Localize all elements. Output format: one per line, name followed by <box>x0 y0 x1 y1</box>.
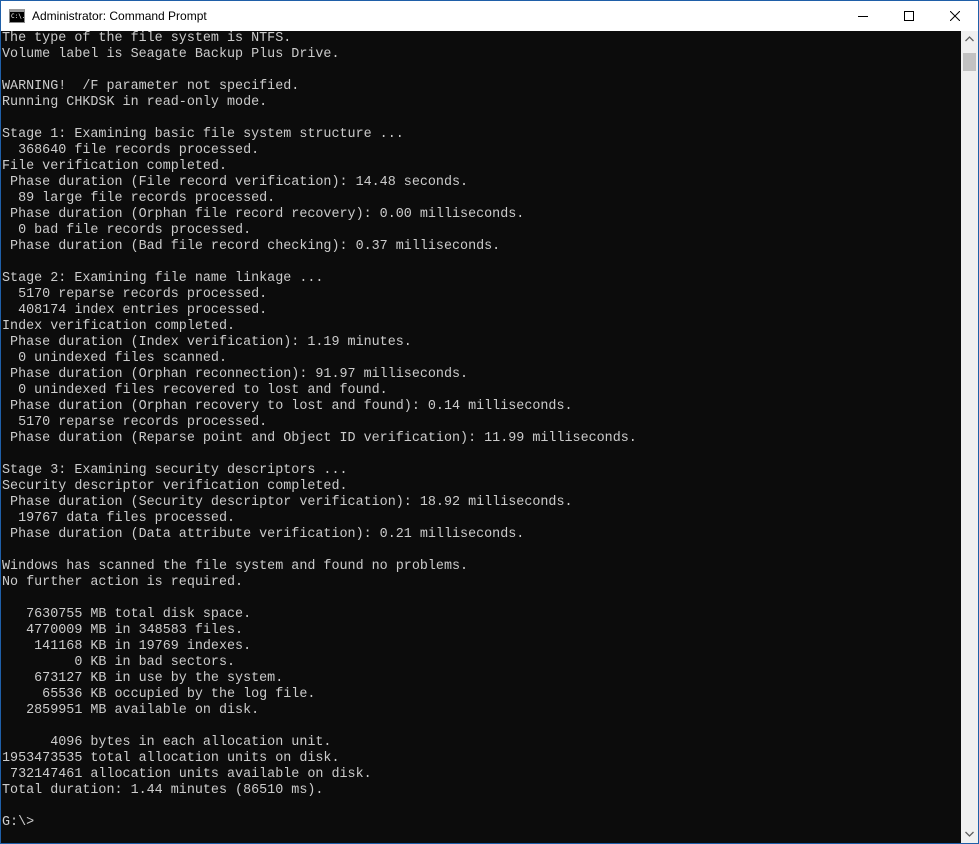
console-line: Phase duration (Bad file record checking… <box>2 239 501 254</box>
console-line: 89 large file records processed. <box>2 191 276 206</box>
scrollbar-thumb[interactable] <box>963 53 976 71</box>
console-line: Stage 3: Examining security descriptors … <box>2 463 348 478</box>
console-line: 4096 bytes in each allocation unit. <box>2 735 332 750</box>
close-icon <box>950 11 960 21</box>
console-line: 141168 KB in 19769 indexes. <box>2 639 252 654</box>
console-line: 732147461 allocation units available on … <box>2 767 372 782</box>
close-button[interactable] <box>932 1 978 31</box>
console-line: File verification completed. <box>2 159 227 174</box>
console-line: Phase duration (Data attribute verificat… <box>2 527 525 542</box>
console-line: Phase duration (Orphan file record recov… <box>2 207 525 222</box>
console-line: 0 unindexed files scanned. <box>2 351 227 366</box>
vertical-scrollbar[interactable] <box>961 31 978 843</box>
console-line: 4770009 MB in 348583 files. <box>2 623 244 638</box>
console-line: WARNING! /F parameter not specified. <box>2 79 300 94</box>
chevron-up-icon <box>965 36 974 42</box>
console-line: Phase duration (Security descriptor veri… <box>2 495 573 510</box>
console-line: 65536 KB occupied by the log file. <box>2 687 316 702</box>
console-line: 368640 file records processed. <box>2 143 260 158</box>
minimize-icon <box>858 16 868 17</box>
command-prompt-icon[interactable]: C:\. <box>9 9 25 23</box>
console-line: G:\> <box>2 815 35 830</box>
console-line: No further action is required. <box>2 575 244 590</box>
console-line: Stage 2: Examining file name linkage ... <box>2 271 324 286</box>
console-line: Total duration: 1.44 minutes (86510 ms). <box>2 783 324 798</box>
maximize-icon <box>904 11 914 21</box>
console-line: 1953473535 total allocation units on dis… <box>2 751 340 766</box>
console-line: Phase duration (Orphan reconnection): 91… <box>2 367 469 382</box>
console-line: 673127 KB in use by the system. <box>2 671 284 686</box>
console-line: 7630755 MB total disk space. <box>2 607 252 622</box>
console-line: Index verification completed. <box>2 319 236 334</box>
console-line: 19767 data files processed. <box>2 511 236 526</box>
console-line: 0 KB in bad sectors. <box>2 655 236 670</box>
console-line: Phase duration (File record verification… <box>2 175 469 190</box>
console-line: 0 bad file records processed. <box>2 223 252 238</box>
console-output[interactable]: The type of the file system is NTFS. Vol… <box>1 31 961 843</box>
console-line: Security descriptor verification complet… <box>2 479 348 494</box>
console-line: Running CHKDSK in read-only mode. <box>2 95 268 110</box>
console-line: Phase duration (Index verification): 1.1… <box>2 335 412 350</box>
scroll-up-button[interactable] <box>961 31 978 48</box>
console-line: Windows has scanned the file system and … <box>2 559 469 574</box>
console-line: Phase duration (Reparse point and Object… <box>2 431 637 446</box>
console-line: Stage 1: Examining basic file system str… <box>2 127 404 142</box>
console-line: Phase duration (Orphan recovery to lost … <box>2 399 573 414</box>
maximize-button[interactable] <box>886 1 932 31</box>
console-line: 0 unindexed files recovered to lost and … <box>2 383 388 398</box>
command-prompt-window: C:\. Administrator: Command Prompt The t… <box>0 0 979 844</box>
console-line: Volume label is Seagate Backup Plus Driv… <box>2 47 340 62</box>
console-line: 2859951 MB available on disk. <box>2 703 260 718</box>
console-line: The type of the file system is NTFS. <box>2 31 292 46</box>
minimize-button[interactable] <box>840 1 886 31</box>
console-line: 5170 reparse records processed. <box>2 415 268 430</box>
title-bar[interactable]: C:\. Administrator: Command Prompt <box>1 1 978 31</box>
scroll-down-button[interactable] <box>961 826 978 843</box>
window-title: Administrator: Command Prompt <box>32 9 207 23</box>
console-line: 5170 reparse records processed. <box>2 287 268 302</box>
console-text: The type of the file system is NTFS. Vol… <box>1 31 961 831</box>
console-line: 408174 index entries processed. <box>2 303 268 318</box>
chevron-down-icon <box>965 831 974 837</box>
